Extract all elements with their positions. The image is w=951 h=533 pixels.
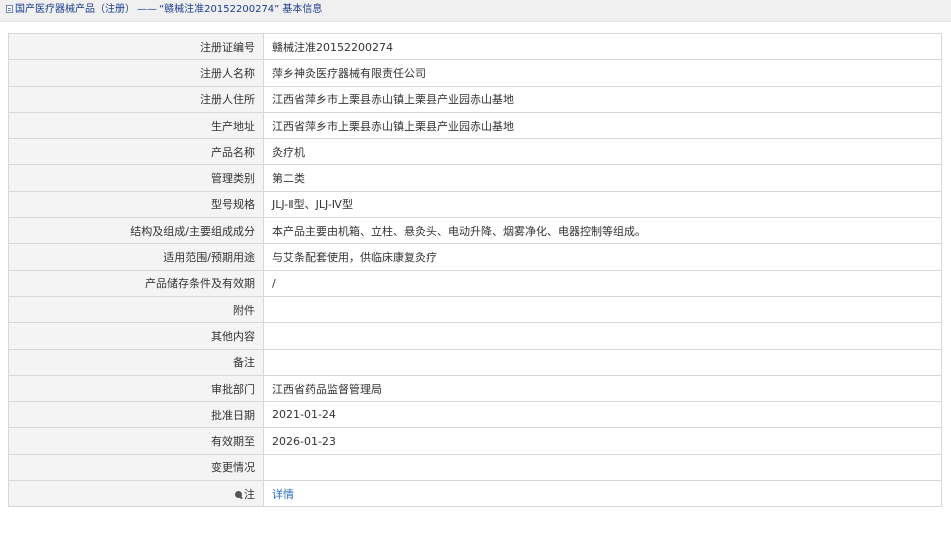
table-row: 适用范围/预期用途 与艾条配套使用，供临床康复灸疗 bbox=[8, 243, 942, 271]
table-row: 注册证编号 赣械注准20152200274 bbox=[8, 32, 942, 61]
table-row: 产品储存条件及有效期 / bbox=[8, 269, 942, 297]
row-label: 型号规格 bbox=[8, 190, 264, 219]
row-label: 批准日期 bbox=[8, 401, 264, 429]
breadcrumb-suffix: 基本信息 bbox=[282, 4, 323, 15]
breadcrumb-title: “赣械注准20152200274” bbox=[159, 4, 280, 15]
row-label: 其他内容 bbox=[8, 322, 264, 350]
table-row: 审批部门 江西省药品监督管理局 bbox=[8, 374, 942, 403]
row-value: JLJ-Ⅱ型、JLJ-Ⅳ型 bbox=[263, 190, 942, 219]
row-label: 管理类别 bbox=[8, 164, 264, 192]
breadcrumb-section[interactable]: 国产医疗器械产品（注册） bbox=[15, 4, 135, 15]
table-row: 备注 bbox=[8, 348, 942, 376]
table-row: 管理类别 第二类 bbox=[8, 164, 942, 192]
row-value bbox=[263, 453, 942, 482]
row-value: 赣械注准20152200274 bbox=[263, 32, 942, 61]
row-value: 江西省萍乡市上栗县赤山镇上栗县产业园赤山基地 bbox=[263, 111, 942, 140]
row-value: 江西省药品监督管理局 bbox=[263, 374, 942, 403]
row-value bbox=[263, 295, 942, 324]
row-label: 产品名称 bbox=[8, 138, 264, 166]
row-label: 备注 bbox=[8, 348, 264, 376]
row-label: 审批部门 bbox=[8, 374, 264, 403]
row-label: 注册人名称 bbox=[8, 59, 264, 87]
breadcrumb: 国产医疗器械产品（注册） —— “赣械注准20152200274” 基本信息 bbox=[0, 0, 951, 22]
row-label: 产品储存条件及有效期 bbox=[8, 269, 264, 297]
row-label: 附件 bbox=[8, 295, 264, 324]
table-row: 变更情况 bbox=[8, 453, 942, 482]
breadcrumb-separator: —— bbox=[137, 4, 157, 15]
row-value bbox=[263, 322, 942, 350]
pin-icon bbox=[235, 490, 242, 498]
row-value: 第二类 bbox=[263, 164, 942, 192]
row-label: 注册证编号 bbox=[8, 32, 264, 61]
note-value-cell: 详情 bbox=[263, 480, 942, 508]
row-label: 适用范围/预期用途 bbox=[8, 243, 264, 271]
row-value: 本产品主要由机箱、立柱、悬灸头、电动升降、烟雾净化、电器控制等组成。 bbox=[263, 217, 942, 245]
note-label-cell: 注 bbox=[8, 480, 264, 508]
registration-info-table: 注册证编号 赣械注准20152200274 注册人名称 萍乡神灸医疗器械有限责任… bbox=[8, 32, 942, 508]
row-value: 灸疗机 bbox=[263, 138, 942, 166]
table-row: 注册人名称 萍乡神灸医疗器械有限责任公司 bbox=[8, 59, 942, 87]
detail-link[interactable]: 详情 bbox=[272, 488, 294, 501]
note-label: 注 bbox=[244, 487, 255, 501]
row-value: 与艾条配套使用，供临床康复灸疗 bbox=[263, 243, 942, 271]
row-label: 有效期至 bbox=[8, 427, 264, 455]
row-label: 注册人住所 bbox=[8, 85, 264, 113]
table-row: 附件 bbox=[8, 295, 942, 324]
row-label: 变更情况 bbox=[8, 453, 264, 482]
table-row: 其他内容 bbox=[8, 322, 942, 350]
table-row: 生产地址 江西省萍乡市上栗县赤山镇上栗县产业园赤山基地 bbox=[8, 111, 942, 140]
document-icon bbox=[6, 5, 13, 13]
row-value: / bbox=[263, 269, 942, 297]
table-row: 结构及组成/主要组成成分 本产品主要由机箱、立柱、悬灸头、电动升降、烟雾净化、电… bbox=[8, 217, 942, 245]
row-value bbox=[263, 348, 942, 376]
row-label: 生产地址 bbox=[8, 111, 264, 140]
table-row: 产品名称 灸疗机 bbox=[8, 138, 942, 166]
row-value: 2026-01-23 bbox=[263, 427, 942, 455]
table-row: 注册人住所 江西省萍乡市上栗县赤山镇上栗县产业园赤山基地 bbox=[8, 85, 942, 113]
row-value: 2021-01-24 bbox=[263, 401, 942, 429]
row-value: 萍乡神灸医疗器械有限责任公司 bbox=[263, 59, 942, 87]
table-row: 型号规格 JLJ-Ⅱ型、JLJ-Ⅳ型 bbox=[8, 190, 942, 219]
table-row: 有效期至 2026-01-23 bbox=[8, 427, 942, 455]
note-row: 注 详情 bbox=[8, 480, 942, 508]
row-label: 结构及组成/主要组成成分 bbox=[8, 217, 264, 245]
row-value: 江西省萍乡市上栗县赤山镇上栗县产业园赤山基地 bbox=[263, 85, 942, 113]
table-row: 批准日期 2021-01-24 bbox=[8, 401, 942, 429]
